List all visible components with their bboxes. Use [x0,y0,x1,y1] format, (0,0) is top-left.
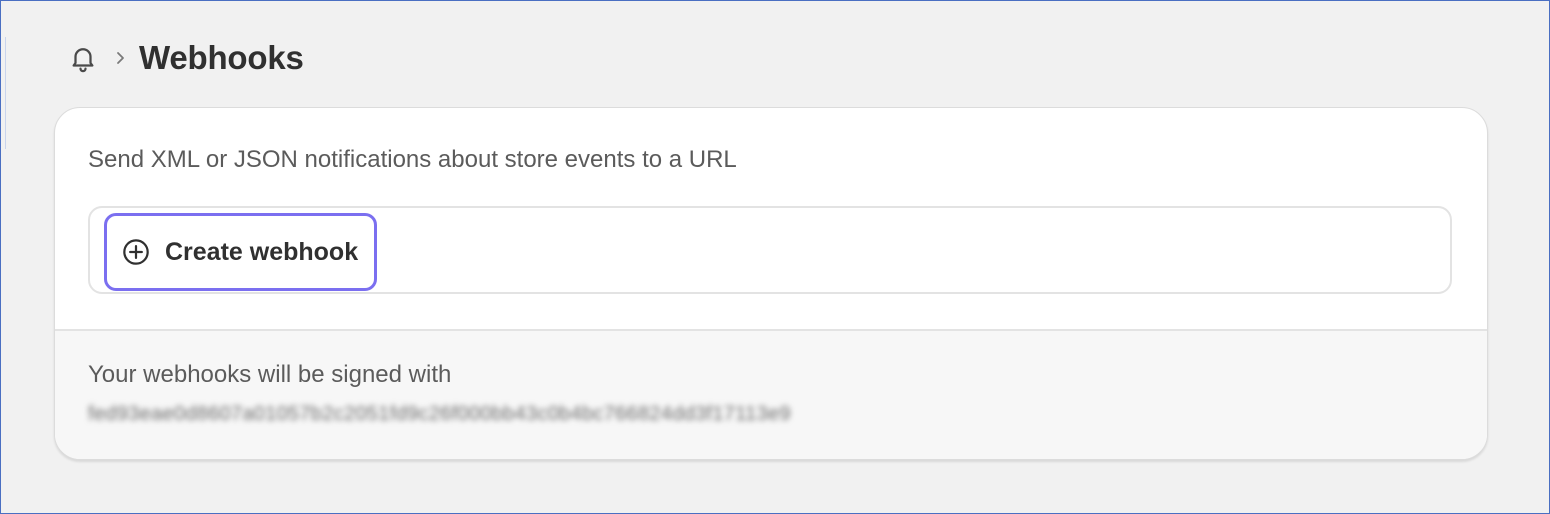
webhooks-card: Send XML or JSON notifications about sto… [54,107,1488,460]
signing-label: Your webhooks will be signed with [88,361,452,388]
page-title: Webhooks [139,39,304,76]
plus-circle-icon [121,237,151,267]
signing-section: Your webhooks will be signed with fed93e… [55,329,1487,459]
signing-secret: fed93eae0d8607a01057b2c2051fd9c26f000bb4… [88,403,791,425]
create-webhook-label: Create webhook [165,237,359,266]
page-header: Webhooks [67,37,304,79]
webhooks-description: Send XML or JSON notifications about sto… [88,146,737,173]
page-frame: Webhooks Send XML or JSON notifications … [0,0,1550,514]
create-webhook-button[interactable]: Create webhook [104,213,378,291]
bell-icon[interactable] [67,42,99,74]
create-webhook-container: Create webhook [88,206,1452,294]
window-edge [2,37,6,149]
chevron-right-icon [113,51,127,65]
